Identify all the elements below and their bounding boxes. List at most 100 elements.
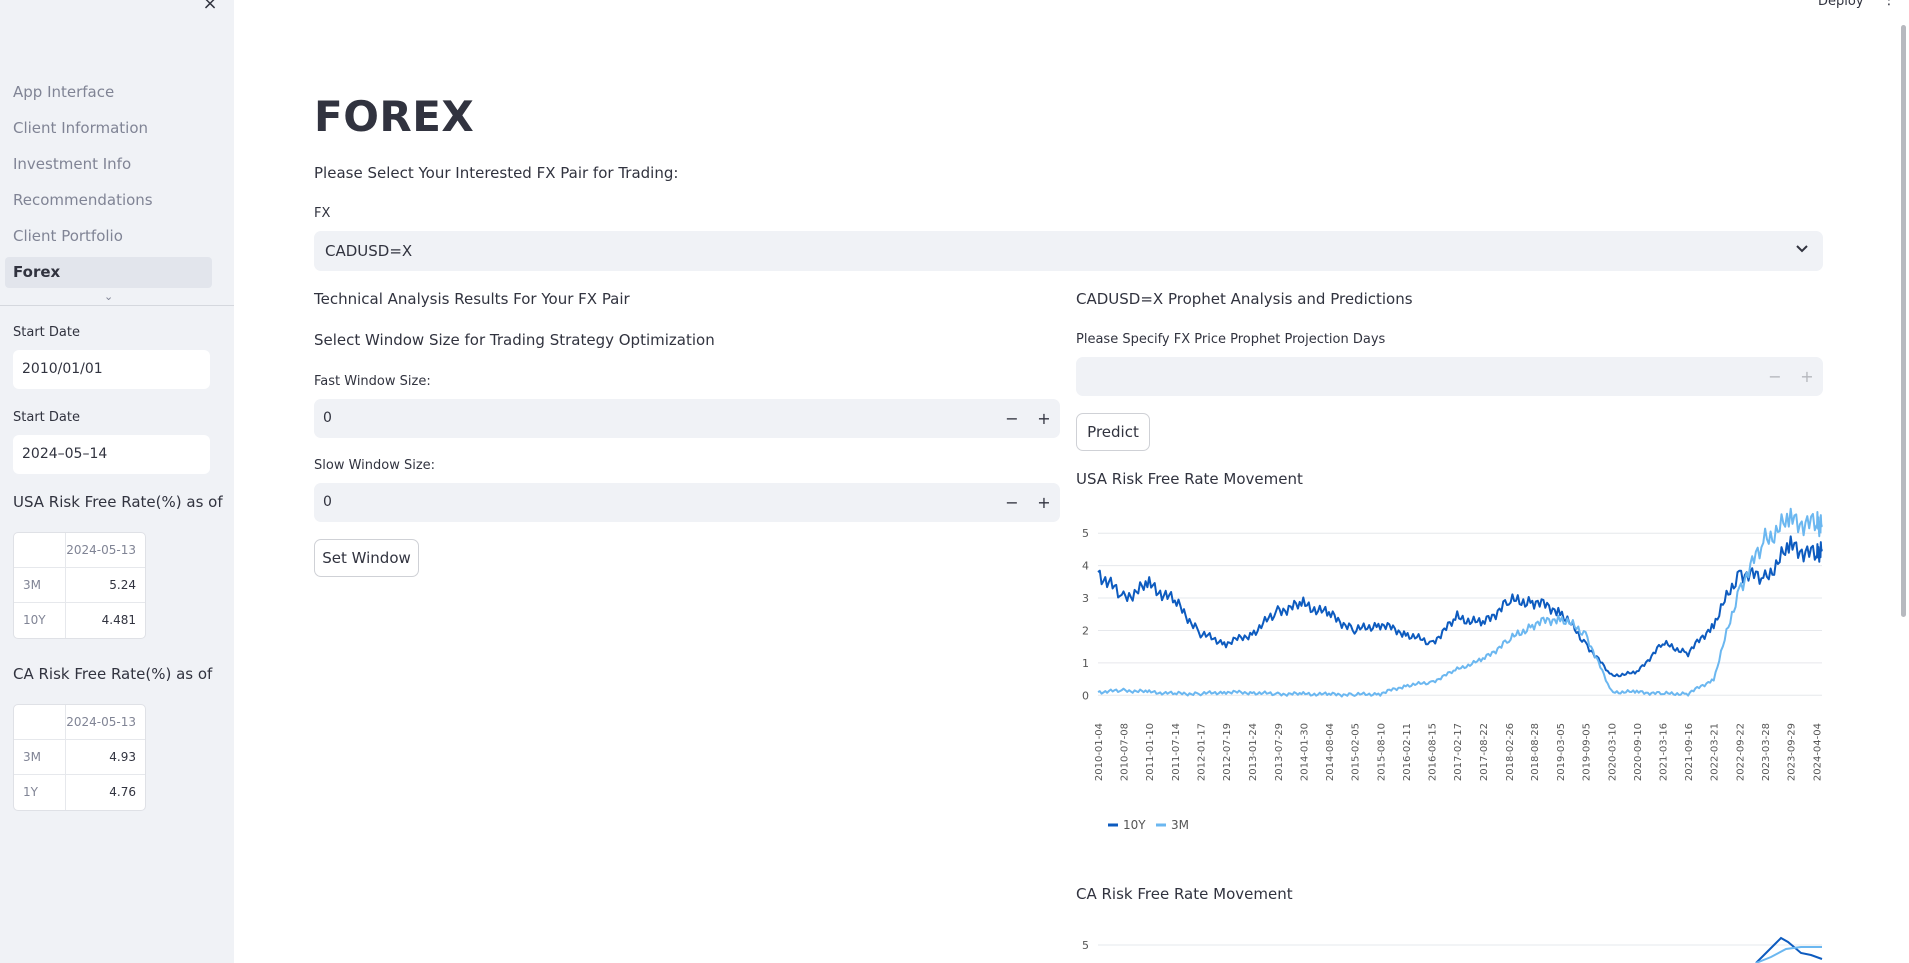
- y-tick-label: 5: [1082, 527, 1089, 540]
- ca-chart-title: CA Risk Free Rate Movement: [1076, 885, 1293, 903]
- x-tick-label: 2013-01-24: [1248, 723, 1259, 781]
- table-index-cell: 3M: [14, 568, 66, 602]
- set-window-button[interactable]: Set Window: [314, 539, 419, 577]
- x-tick-label: 2020-03-10: [1607, 723, 1618, 781]
- y-tick-label: 4: [1082, 560, 1089, 573]
- table-corner-cell: [14, 533, 66, 567]
- usa-rate-table: 2024-05-13 3M 5.24 10Y 4.481: [13, 532, 146, 639]
- fx-select[interactable]: CADUSD=X: [314, 231, 1823, 271]
- start-date-input[interactable]: 2010/01/01: [13, 350, 210, 389]
- decrement-button[interactable]: −: [1759, 357, 1791, 396]
- x-tick-label: 2014-01-30: [1299, 723, 1310, 781]
- x-tick-label: 2011-07-14: [1171, 723, 1182, 781]
- decrement-button[interactable]: −: [996, 483, 1028, 522]
- x-tick-label: 2023-09-29: [1787, 723, 1798, 781]
- table-header-row: 2024-05-13: [14, 705, 145, 740]
- x-tick-label: 2010-01-04: [1094, 723, 1105, 781]
- technical-analysis-heading: Technical Analysis Results For Your FX P…: [314, 290, 630, 308]
- x-tick-label: 2022-03-21: [1710, 723, 1721, 781]
- sidebar-divider: [0, 305, 234, 306]
- sidebar-item-forex[interactable]: Forex: [5, 257, 212, 288]
- series-line-3M: [1097, 507, 1823, 698]
- x-tick-label: 2021-03-16: [1659, 723, 1670, 781]
- table-column-header[interactable]: 2024-05-13: [66, 705, 145, 739]
- decrement-button[interactable]: −: [996, 399, 1028, 438]
- ca-rate-heading: CA Risk Free Rate(%) as of: [13, 665, 213, 683]
- x-tick-label: 2016-02-11: [1402, 723, 1413, 781]
- x-tick-label: 2018-02-26: [1505, 723, 1516, 781]
- series-line-10Y: [1097, 535, 1823, 678]
- y-tick-label: 0: [1082, 689, 1089, 702]
- y-tick-label: 5: [1082, 939, 1089, 952]
- x-tick-label: 2018-08-28: [1530, 723, 1541, 781]
- legend-label: 3M: [1171, 818, 1189, 832]
- usa-rate-line-chart: 0 1 2 3 4 5 2010-01-04 2010-07-08 2011-01-10 201…: [1082, 507, 1824, 832]
- main-menu-icon[interactable]: ⋮: [1882, 0, 1896, 8]
- fx-select-label: FX: [314, 206, 331, 221]
- chevron-down-icon: [1795, 231, 1809, 271]
- slow-window-label: Slow Window Size:: [314, 458, 436, 473]
- x-tick-label: 2017-08-22: [1479, 723, 1490, 781]
- sidebar-item-app-interface[interactable]: App Interface: [5, 77, 212, 108]
- prophet-days-label: Please Specify FX Price Prophet Projecti…: [1076, 332, 1386, 347]
- prophet-heading: CADUSD=X Prophet Analysis and Prediction…: [1076, 290, 1413, 308]
- table-row: 1Y 4.76: [14, 775, 145, 810]
- x-tick-label: 2020-09-10: [1633, 723, 1644, 781]
- end-date-label: Start Date: [13, 410, 80, 425]
- prophet-days-input[interactable]: − +: [1076, 357, 1823, 396]
- x-tick-label: 2017-02-17: [1453, 723, 1464, 781]
- table-row: 3M 5.24: [14, 568, 145, 603]
- increment-button[interactable]: +: [1028, 399, 1060, 438]
- deploy-button[interactable]: Deploy: [1818, 0, 1864, 9]
- window-size-heading: Select Window Size for Trading Strategy …: [314, 331, 715, 349]
- x-tick-label: 2011-01-10: [1145, 723, 1156, 781]
- chevron-down-icon[interactable]: ⌄: [104, 290, 113, 303]
- page-title: FOREX: [314, 92, 475, 141]
- x-tick-label: 2014-08-04: [1325, 723, 1336, 781]
- y-tick-label: 2: [1082, 624, 1089, 637]
- table-value-cell: 5.24: [109, 578, 136, 592]
- x-tick-label: 2022-09-22: [1735, 723, 1746, 781]
- close-sidebar-icon[interactable]: ×: [200, 0, 220, 14]
- table-index-cell: 10Y: [14, 603, 66, 638]
- table-header-row: 2024-05-13: [14, 533, 145, 568]
- ca-rate-line-chart: 5: [1082, 936, 1823, 963]
- x-tick-label: 2024-04-04: [1813, 723, 1824, 781]
- table-value-cell: 4.76: [109, 785, 136, 799]
- ca-rate-table: 2024-05-13 3M 4.93 1Y 4.76: [13, 704, 146, 811]
- x-tick-label: 2019-03-05: [1556, 723, 1567, 781]
- predict-button[interactable]: Predict: [1076, 413, 1150, 451]
- table-index-cell: 1Y: [14, 775, 66, 810]
- increment-button[interactable]: +: [1028, 483, 1060, 522]
- x-tick-label: 2015-02-05: [1351, 723, 1362, 781]
- x-tick-label: 2023-03-28: [1761, 723, 1772, 781]
- end-date-input[interactable]: 2024–05–14: [13, 435, 210, 474]
- sidebar-item-investment-info[interactable]: Investment Info: [5, 149, 212, 180]
- table-column-header[interactable]: 2024-05-13: [66, 533, 145, 567]
- scrollbar[interactable]: [1901, 25, 1906, 617]
- x-tick-label: 2013-07-29: [1274, 723, 1285, 781]
- fx-prompt-text: Please Select Your Interested FX Pair fo…: [314, 164, 679, 182]
- x-tick-label: 2012-07-19: [1222, 723, 1233, 781]
- fx-select-value: CADUSD=X: [325, 242, 413, 260]
- sidebar-item-recommendations[interactable]: Recommendations: [5, 185, 212, 216]
- usa-rate-heading: USA Risk Free Rate(%) as of: [13, 493, 223, 511]
- slow-window-input[interactable]: 0 − +: [314, 483, 1060, 522]
- x-tick-label: 2010-07-08: [1120, 723, 1131, 781]
- x-tick-label: 2012-01-17: [1197, 723, 1208, 781]
- sidebar-item-client-information[interactable]: Client Information: [5, 113, 212, 144]
- fast-window-value: 0: [323, 410, 332, 426]
- usa-chart-title: USA Risk Free Rate Movement: [1076, 470, 1303, 488]
- sidebar-item-client-portfolio[interactable]: Client Portfolio: [5, 221, 212, 252]
- slow-window-value: 0: [323, 494, 332, 510]
- fast-window-input[interactable]: 0 − +: [314, 399, 1060, 438]
- fast-window-label: Fast Window Size:: [314, 374, 431, 389]
- table-value-cell: 4.481: [101, 613, 136, 627]
- legend-label: 10Y: [1123, 818, 1146, 832]
- y-tick-label: 1: [1082, 657, 1089, 670]
- x-tick-label: 2019-09-05: [1582, 723, 1593, 781]
- increment-button[interactable]: +: [1791, 357, 1823, 396]
- y-tick-label: 3: [1082, 592, 1089, 605]
- table-corner-cell: [14, 705, 66, 739]
- table-value-cell: 4.93: [109, 750, 136, 764]
